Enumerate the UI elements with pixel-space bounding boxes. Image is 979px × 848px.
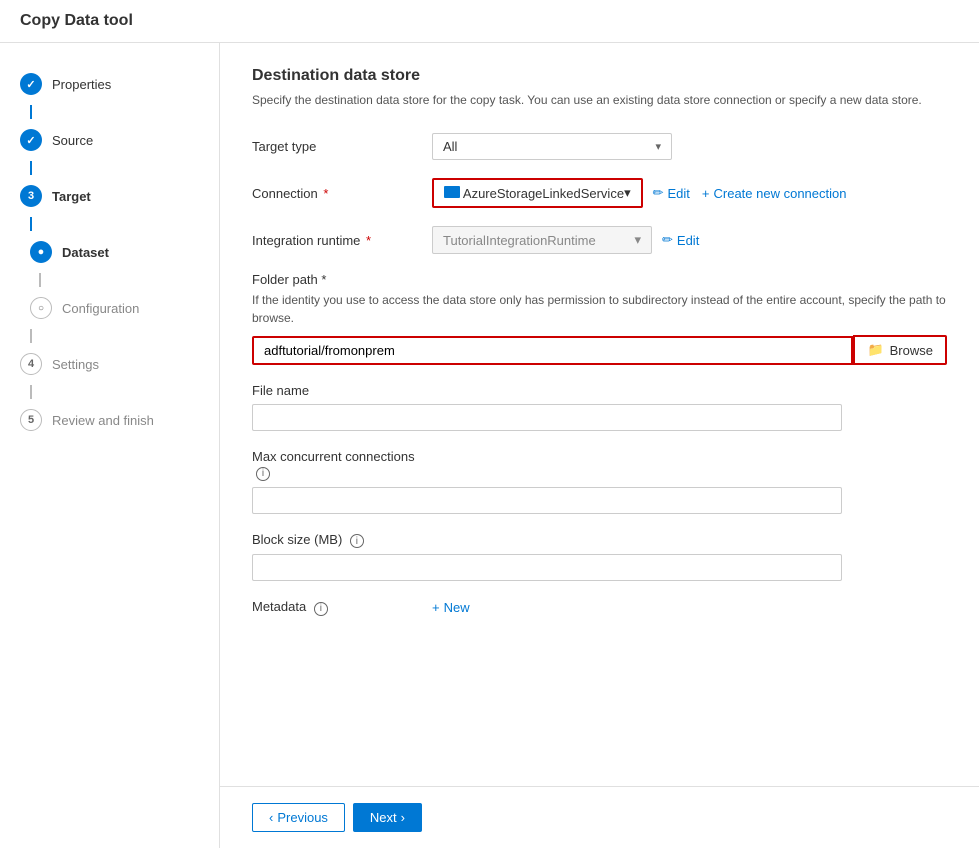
step-circle-configuration: ○ <box>30 297 52 319</box>
content-footer: ‹ Previous Next › <box>220 786 979 848</box>
create-new-connection-link[interactable]: + Create new connection <box>702 186 847 201</box>
sidebar-label-source: Source <box>52 133 93 148</box>
connector-5 <box>30 329 32 343</box>
sidebar-label-properties: Properties <box>52 77 111 92</box>
connection-inner-row: AzureStorageLinkedService ▾ ✏ Edit <box>432 178 947 208</box>
connection-row: Connection * AzureStorageLinkedService ▾ <box>252 178 947 208</box>
target-type-control: All ▾ <box>432 133 947 160</box>
folder-path-label: Folder path * <box>252 272 947 287</box>
connector-4 <box>39 273 41 287</box>
folder-browse-icon: 📁 <box>867 342 883 358</box>
plus-icon: + <box>702 186 710 201</box>
folder-path-section: Folder path * If the identity you use to… <box>252 272 947 365</box>
section-description: Specify the destination data store for t… <box>252 91 947 109</box>
previous-button[interactable]: ‹ Previous <box>252 803 345 832</box>
metadata-info-icon[interactable]: i <box>314 602 328 616</box>
edit-pencil-icon: ✏ <box>653 185 664 201</box>
app-container: Copy Data tool ✓ Properties ✓ Source 3 T… <box>0 0 979 848</box>
sidebar-item-properties[interactable]: ✓ Properties <box>0 63 219 105</box>
sidebar-label-dataset: Dataset <box>62 245 109 260</box>
file-name-label: File name <box>252 383 432 398</box>
sidebar-label-configuration: Configuration <box>62 301 139 316</box>
content-area: Destination data store Specify the desti… <box>220 43 979 848</box>
sidebar-item-configuration[interactable]: ○ Configuration <box>0 287 219 329</box>
connection-chevron: ▾ <box>624 185 631 201</box>
ir-select[interactable]: TutorialIntegrationRuntime ▾ <box>432 226 652 254</box>
step-circle-dataset: ● <box>30 241 52 263</box>
block-size-row: Block size (MB) i <box>252 532 947 582</box>
storage-icon <box>444 186 460 198</box>
target-type-label: Target type <box>252 139 432 154</box>
folder-input-row: 📁 Browse <box>252 335 947 365</box>
ir-value: TutorialIntegrationRuntime <box>443 233 596 248</box>
add-metadata-button[interactable]: + New <box>432 600 470 615</box>
next-chevron-icon: › <box>401 810 405 825</box>
next-button[interactable]: Next › <box>353 803 422 832</box>
file-name-row: File name <box>252 383 947 431</box>
sidebar: ✓ Properties ✓ Source 3 Target ● Dataset… <box>0 43 220 848</box>
section-title: Destination data store <box>252 67 947 85</box>
block-size-info-icon[interactable]: i <box>350 534 364 548</box>
plus-metadata-icon: + <box>432 600 440 615</box>
edit-connection-link[interactable]: ✏ Edit <box>653 185 690 201</box>
step-circle-target: 3 <box>20 185 42 207</box>
target-type-value: All <box>443 139 457 154</box>
edit-ir-link[interactable]: ✏ Edit <box>662 232 699 248</box>
connection-select[interactable]: AzureStorageLinkedService ▾ <box>432 178 643 208</box>
sidebar-label-review: Review and finish <box>52 413 154 428</box>
connector-3 <box>30 217 32 231</box>
step-circle-properties: ✓ <box>20 73 42 95</box>
sidebar-item-target[interactable]: 3 Target <box>0 175 219 217</box>
target-type-row: Target type All ▾ <box>252 133 947 160</box>
max-concurrent-row: Max concurrent connections i <box>252 449 947 514</box>
ir-chevron: ▾ <box>634 232 641 248</box>
folder-path-desc: If the identity you use to access the da… <box>252 291 947 327</box>
step-circle-source: ✓ <box>20 129 42 151</box>
connection-control: AzureStorageLinkedService ▾ ✏ Edit <box>432 178 947 208</box>
folder-path-input[interactable] <box>252 336 853 365</box>
sidebar-item-review[interactable]: 5 Review and finish <box>0 399 219 441</box>
sidebar-item-dataset[interactable]: ● Dataset <box>0 231 219 273</box>
step-circle-review: 5 <box>20 409 42 431</box>
metadata-row: Metadata i + New <box>252 599 947 616</box>
ir-control: TutorialIntegrationRuntime ▾ ✏ Edit <box>432 226 947 254</box>
target-type-chevron: ▾ <box>655 140 661 153</box>
integration-runtime-row: Integration runtime * TutorialIntegratio… <box>252 226 947 254</box>
connection-actions: ✏ Edit + Create new connection <box>653 185 847 201</box>
sidebar-label-settings: Settings <box>52 357 99 372</box>
block-size-label: Block size (MB) i <box>252 532 432 549</box>
browse-button[interactable]: 📁 Browse <box>853 335 947 365</box>
target-type-select[interactable]: All ▾ <box>432 133 672 160</box>
max-concurrent-input[interactable] <box>252 487 842 514</box>
metadata-label: Metadata i <box>252 599 432 616</box>
connector-6 <box>30 385 32 399</box>
sidebar-item-source[interactable]: ✓ Source <box>0 119 219 161</box>
sidebar-label-target: Target <box>52 189 91 204</box>
main-content: ✓ Properties ✓ Source 3 Target ● Dataset… <box>0 43 979 848</box>
step-circle-settings: 4 <box>20 353 42 375</box>
max-concurrent-label: Max concurrent connections i <box>252 449 432 481</box>
content-body: Destination data store Specify the desti… <box>220 43 979 786</box>
ir-label: Integration runtime * <box>252 233 432 248</box>
connector-2 <box>30 161 32 175</box>
file-name-input[interactable] <box>252 404 842 431</box>
app-header: Copy Data tool <box>0 0 979 43</box>
previous-chevron-icon: ‹ <box>269 810 273 825</box>
connection-value-text: AzureStorageLinkedService <box>444 186 624 201</box>
ir-inner-row: TutorialIntegrationRuntime ▾ ✏ Edit <box>432 226 947 254</box>
app-title: Copy Data tool <box>20 12 133 29</box>
block-size-input[interactable] <box>252 554 842 581</box>
connection-label: Connection * <box>252 186 432 201</box>
sidebar-item-settings[interactable]: 4 Settings <box>0 343 219 385</box>
metadata-actions: + New <box>432 600 470 615</box>
ir-edit-icon: ✏ <box>662 232 673 248</box>
max-concurrent-info-icon[interactable]: i <box>256 467 270 481</box>
connector-1 <box>30 105 32 119</box>
